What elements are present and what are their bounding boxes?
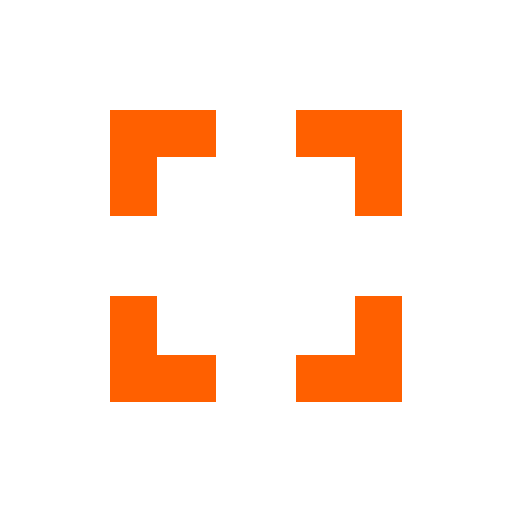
corner-top-right — [296, 110, 402, 216]
corner-bottom-right — [296, 296, 402, 402]
corner-bottom-left — [110, 296, 216, 402]
fullscreen-icon — [110, 110, 402, 402]
corner-top-left — [110, 110, 216, 216]
icon-canvas — [0, 0, 512, 512]
